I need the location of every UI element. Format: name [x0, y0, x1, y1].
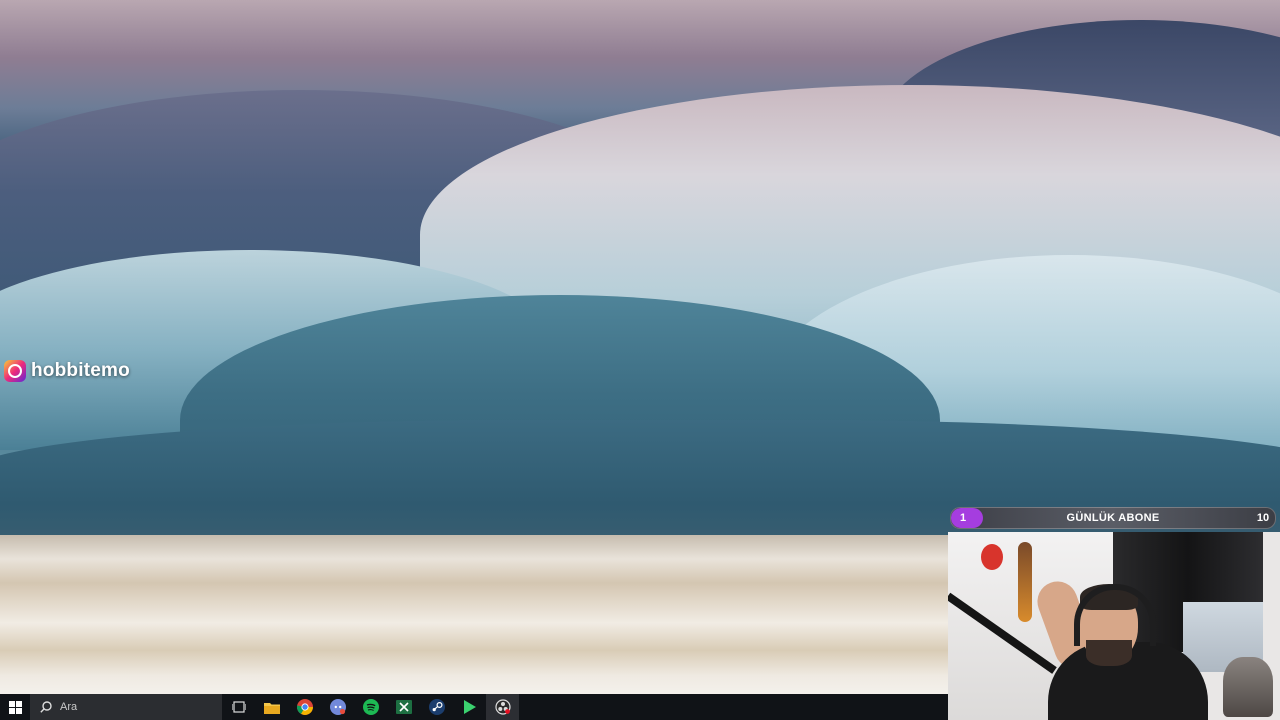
taskbar-app-media-player[interactable] — [453, 694, 486, 720]
taskbar: Ara — [0, 694, 948, 720]
subscriber-goal-target: 10 — [1256, 512, 1270, 524]
search-placeholder: Ara — [60, 701, 78, 713]
webcam-wall-hat — [981, 544, 1003, 570]
taskbar-app-chrome[interactable] — [288, 694, 321, 720]
taskbar-app-steam[interactable] — [420, 694, 453, 720]
chrome-icon — [296, 699, 313, 715]
webcam-guitar — [1018, 542, 1032, 622]
windows-logo-icon — [8, 700, 22, 714]
instagram-overlay: hobbitemo — [4, 360, 130, 382]
steam-icon — [428, 699, 445, 715]
subscriber-goal-bar: 1 GÜNLÜK ABONE 10 — [950, 507, 1276, 529]
instagram-handle: hobbitemo — [31, 360, 130, 381]
taskbar-app-file-explorer[interactable] — [255, 694, 288, 720]
taskbar-app-discord[interactable] — [321, 694, 354, 720]
task-view-button[interactable] — [222, 694, 255, 720]
media-player-icon — [463, 700, 476, 714]
file-explorer-icon — [263, 702, 280, 714]
subscriber-goal-title: GÜNLÜK ABONE — [1066, 512, 1160, 524]
excel-icon — [395, 700, 412, 714]
task-view-icon — [231, 701, 246, 713]
obs-icon — [494, 699, 511, 715]
spotify-icon — [362, 699, 379, 715]
subscriber-goal-current: 1 — [959, 512, 967, 524]
taskbar-app-obs[interactable] — [486, 694, 519, 720]
instagram-icon — [4, 360, 26, 382]
taskbar-app-spotify[interactable] — [354, 694, 387, 720]
search-icon — [40, 701, 52, 713]
start-button[interactable] — [0, 694, 30, 720]
discord-icon — [329, 699, 346, 715]
taskbar-app-excel[interactable] — [387, 694, 420, 720]
webcam-feed — [948, 532, 1280, 720]
taskbar-search-input[interactable]: Ara — [30, 694, 222, 720]
webcam-cat — [1223, 657, 1273, 717]
